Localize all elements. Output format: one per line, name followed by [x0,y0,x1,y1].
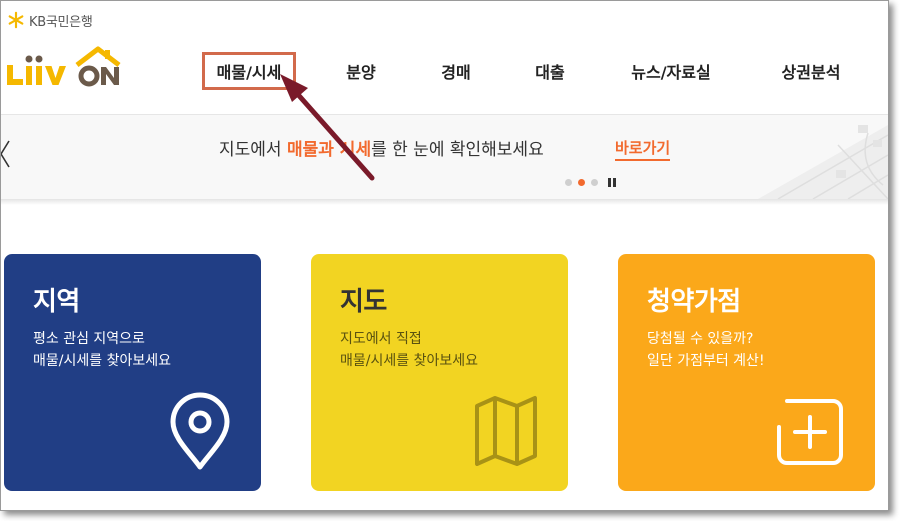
location-pin-icon [170,392,230,470]
slide-indicator [565,178,616,187]
nav-item-auction[interactable]: 경매 [426,52,486,90]
card-subscription-score[interactable]: 청약가점 당첨될 수 있을까? 일단 가점부터 계산! [618,254,875,491]
folded-map-icon [475,396,537,466]
kb-star-icon [8,11,24,29]
card-map[interactable]: 지도 지도에서 직접 매물/시세를 찾아보세요 [311,254,568,491]
main-nav: 매물/시세 분양 경매 대출 뉴스/자료실 상권분석 [181,52,888,92]
nav-label: 매물/시세 [216,63,282,82]
slide-dot[interactable] [565,179,572,186]
card-desc-line: 지도에서 직접 [340,331,422,347]
banner-highlight-text: 매물과 시세 [286,140,372,160]
banner-text: 지도에서 [219,140,287,160]
plus-box-icon [777,399,843,465]
nav-item-listings-prices[interactable]: 매물/시세 [202,52,296,90]
nav-label: 분양 [346,63,376,82]
liiv-on-logo[interactable] [5,45,125,89]
slide-dot[interactable] [591,179,598,186]
card-title: 지역 [33,287,80,317]
map-illustration [758,125,888,199]
go-now-link[interactable]: 바로가기 [615,137,671,161]
card-region[interactable]: 지역 평소 관심 지역으로 매물/시세를 찾아보세요 [4,254,261,491]
card-desc-line: 당첨될 수 있을까? [647,331,754,347]
promo-banner: 지도에서 매물과 시세를 한 눈에 확인해보세요 바로가기 [1,115,888,199]
banner-shadow [1,199,888,205]
card-desc-line: 매물/시세를 찾아보세요 [340,353,478,369]
browser-frame: KB국민은행 매물/시세 분양 경매 대출 뉴스/자료실 상권분석 지도에서 매… [0,0,889,511]
nav-item-news-resources[interactable]: 뉴스/자료실 [611,52,731,90]
card-desc-line: 매물/시세를 찾아보세요 [33,353,171,369]
card-title: 청약가점 [647,287,741,317]
nav-item-loan[interactable]: 대출 [520,52,580,90]
kb-brand[interactable]: KB국민은행 [7,11,93,30]
card-desc-line: 일단 가점부터 계산! [647,353,765,369]
nav-label: 대출 [535,63,565,82]
nav-label: 경매 [441,63,471,82]
slide-dot-active[interactable] [578,179,585,186]
card-desc-line: 평소 관심 지역으로 [33,331,145,347]
nav-item-commercial-analysis[interactable]: 상권분석 [761,52,861,90]
nav-item-presale[interactable]: 분양 [331,52,391,90]
nav-label: 뉴스/자료실 [631,63,711,82]
card-description: 당첨될 수 있을까? 일단 가점부터 계산! [647,328,765,372]
banner-message: 지도에서 매물과 시세를 한 눈에 확인해보세요 [219,135,544,160]
card-description: 평소 관심 지역으로 매물/시세를 찾아보세요 [33,328,171,372]
card-description: 지도에서 직접 매물/시세를 찾아보세요 [340,328,478,372]
pause-icon[interactable] [608,178,616,187]
chevron-left-icon[interactable] [1,139,13,169]
banner-text: 를 한 눈에 확인해보세요 [371,140,544,160]
nav-label: 상권분석 [781,63,841,82]
bank-name: KB국민은행 [29,14,93,30]
card-title: 지도 [340,287,387,317]
